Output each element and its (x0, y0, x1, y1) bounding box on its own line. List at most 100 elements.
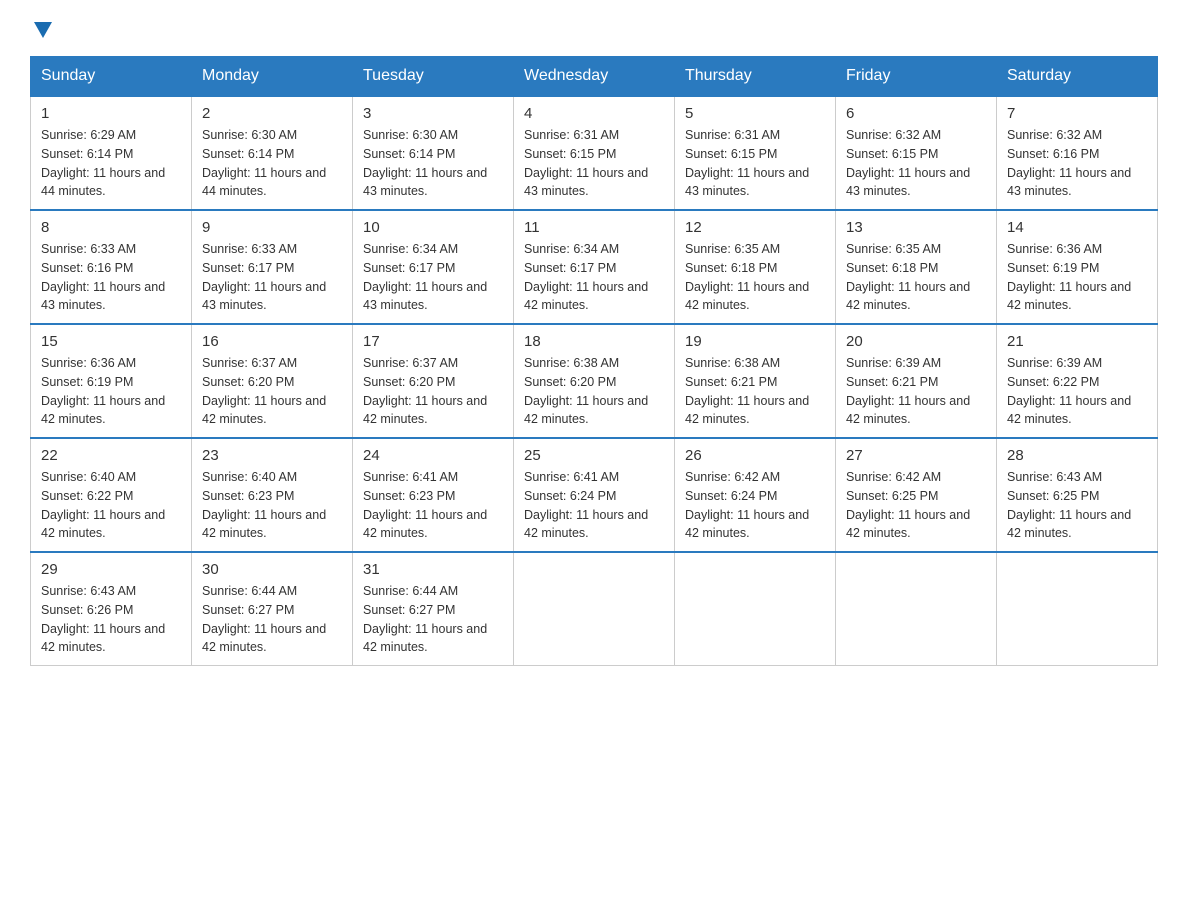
day-info: Sunrise: 6:36 AM Sunset: 6:19 PM Dayligh… (1007, 240, 1147, 315)
day-number: 31 (363, 561, 503, 578)
column-header-monday: Monday (192, 57, 353, 97)
calendar-cell: 20 Sunrise: 6:39 AM Sunset: 6:21 PM Dayl… (836, 324, 997, 438)
column-header-sunday: Sunday (31, 57, 192, 97)
day-number: 18 (524, 333, 664, 350)
calendar-cell: 23 Sunrise: 6:40 AM Sunset: 6:23 PM Dayl… (192, 438, 353, 552)
day-number: 1 (41, 105, 181, 122)
day-info: Sunrise: 6:31 AM Sunset: 6:15 PM Dayligh… (685, 126, 825, 201)
logo (30, 20, 54, 36)
day-info: Sunrise: 6:36 AM Sunset: 6:19 PM Dayligh… (41, 354, 181, 429)
week-row-5: 29 Sunrise: 6:43 AM Sunset: 6:26 PM Dayl… (31, 552, 1158, 666)
calendar-cell: 31 Sunrise: 6:44 AM Sunset: 6:27 PM Dayl… (353, 552, 514, 666)
calendar-cell: 1 Sunrise: 6:29 AM Sunset: 6:14 PM Dayli… (31, 96, 192, 210)
day-number: 3 (363, 105, 503, 122)
day-number: 19 (685, 333, 825, 350)
calendar-cell: 16 Sunrise: 6:37 AM Sunset: 6:20 PM Dayl… (192, 324, 353, 438)
day-info: Sunrise: 6:38 AM Sunset: 6:20 PM Dayligh… (524, 354, 664, 429)
day-info: Sunrise: 6:32 AM Sunset: 6:16 PM Dayligh… (1007, 126, 1147, 201)
calendar-cell: 30 Sunrise: 6:44 AM Sunset: 6:27 PM Dayl… (192, 552, 353, 666)
week-row-1: 1 Sunrise: 6:29 AM Sunset: 6:14 PM Dayli… (31, 96, 1158, 210)
calendar-cell: 12 Sunrise: 6:35 AM Sunset: 6:18 PM Dayl… (675, 210, 836, 324)
day-number: 10 (363, 219, 503, 236)
week-row-3: 15 Sunrise: 6:36 AM Sunset: 6:19 PM Dayl… (31, 324, 1158, 438)
calendar-header-row: SundayMondayTuesdayWednesdayThursdayFrid… (31, 57, 1158, 97)
day-info: Sunrise: 6:29 AM Sunset: 6:14 PM Dayligh… (41, 126, 181, 201)
calendar-cell: 11 Sunrise: 6:34 AM Sunset: 6:17 PM Dayl… (514, 210, 675, 324)
calendar-cell: 24 Sunrise: 6:41 AM Sunset: 6:23 PM Dayl… (353, 438, 514, 552)
calendar-cell: 27 Sunrise: 6:42 AM Sunset: 6:25 PM Dayl… (836, 438, 997, 552)
day-number: 25 (524, 447, 664, 464)
day-info: Sunrise: 6:34 AM Sunset: 6:17 PM Dayligh… (363, 240, 503, 315)
day-number: 20 (846, 333, 986, 350)
week-row-2: 8 Sunrise: 6:33 AM Sunset: 6:16 PM Dayli… (31, 210, 1158, 324)
day-number: 14 (1007, 219, 1147, 236)
day-info: Sunrise: 6:34 AM Sunset: 6:17 PM Dayligh… (524, 240, 664, 315)
calendar-cell: 3 Sunrise: 6:30 AM Sunset: 6:14 PM Dayli… (353, 96, 514, 210)
day-number: 4 (524, 105, 664, 122)
column-header-thursday: Thursday (675, 57, 836, 97)
calendar-cell: 8 Sunrise: 6:33 AM Sunset: 6:16 PM Dayli… (31, 210, 192, 324)
day-info: Sunrise: 6:33 AM Sunset: 6:16 PM Dayligh… (41, 240, 181, 315)
day-info: Sunrise: 6:35 AM Sunset: 6:18 PM Dayligh… (846, 240, 986, 315)
day-number: 26 (685, 447, 825, 464)
day-number: 6 (846, 105, 986, 122)
day-number: 28 (1007, 447, 1147, 464)
day-info: Sunrise: 6:44 AM Sunset: 6:27 PM Dayligh… (363, 582, 503, 657)
calendar-cell: 15 Sunrise: 6:36 AM Sunset: 6:19 PM Dayl… (31, 324, 192, 438)
day-number: 17 (363, 333, 503, 350)
day-number: 2 (202, 105, 342, 122)
calendar-cell: 18 Sunrise: 6:38 AM Sunset: 6:20 PM Dayl… (514, 324, 675, 438)
day-number: 7 (1007, 105, 1147, 122)
calendar-cell (514, 552, 675, 666)
day-info: Sunrise: 6:37 AM Sunset: 6:20 PM Dayligh… (363, 354, 503, 429)
day-info: Sunrise: 6:42 AM Sunset: 6:25 PM Dayligh… (846, 468, 986, 543)
day-number: 29 (41, 561, 181, 578)
calendar-cell: 17 Sunrise: 6:37 AM Sunset: 6:20 PM Dayl… (353, 324, 514, 438)
calendar-cell (675, 552, 836, 666)
calendar-cell: 22 Sunrise: 6:40 AM Sunset: 6:22 PM Dayl… (31, 438, 192, 552)
logo-triangle-icon (32, 18, 54, 40)
day-number: 9 (202, 219, 342, 236)
day-info: Sunrise: 6:42 AM Sunset: 6:24 PM Dayligh… (685, 468, 825, 543)
calendar-cell: 13 Sunrise: 6:35 AM Sunset: 6:18 PM Dayl… (836, 210, 997, 324)
day-number: 5 (685, 105, 825, 122)
day-info: Sunrise: 6:43 AM Sunset: 6:25 PM Dayligh… (1007, 468, 1147, 543)
day-info: Sunrise: 6:41 AM Sunset: 6:23 PM Dayligh… (363, 468, 503, 543)
day-info: Sunrise: 6:35 AM Sunset: 6:18 PM Dayligh… (685, 240, 825, 315)
calendar-cell: 5 Sunrise: 6:31 AM Sunset: 6:15 PM Dayli… (675, 96, 836, 210)
day-info: Sunrise: 6:30 AM Sunset: 6:14 PM Dayligh… (363, 126, 503, 201)
calendar-cell: 19 Sunrise: 6:38 AM Sunset: 6:21 PM Dayl… (675, 324, 836, 438)
day-number: 16 (202, 333, 342, 350)
week-row-4: 22 Sunrise: 6:40 AM Sunset: 6:22 PM Dayl… (31, 438, 1158, 552)
day-number: 11 (524, 219, 664, 236)
calendar-cell (836, 552, 997, 666)
column-header-wednesday: Wednesday (514, 57, 675, 97)
day-info: Sunrise: 6:30 AM Sunset: 6:14 PM Dayligh… (202, 126, 342, 201)
day-info: Sunrise: 6:41 AM Sunset: 6:24 PM Dayligh… (524, 468, 664, 543)
calendar-cell: 2 Sunrise: 6:30 AM Sunset: 6:14 PM Dayli… (192, 96, 353, 210)
day-number: 30 (202, 561, 342, 578)
day-info: Sunrise: 6:31 AM Sunset: 6:15 PM Dayligh… (524, 126, 664, 201)
day-info: Sunrise: 6:40 AM Sunset: 6:22 PM Dayligh… (41, 468, 181, 543)
column-header-friday: Friday (836, 57, 997, 97)
day-info: Sunrise: 6:33 AM Sunset: 6:17 PM Dayligh… (202, 240, 342, 315)
day-info: Sunrise: 6:40 AM Sunset: 6:23 PM Dayligh… (202, 468, 342, 543)
day-number: 21 (1007, 333, 1147, 350)
day-number: 12 (685, 219, 825, 236)
column-header-tuesday: Tuesday (353, 57, 514, 97)
day-number: 23 (202, 447, 342, 464)
day-number: 13 (846, 219, 986, 236)
column-header-saturday: Saturday (997, 57, 1158, 97)
page-header (30, 20, 1158, 36)
day-info: Sunrise: 6:44 AM Sunset: 6:27 PM Dayligh… (202, 582, 342, 657)
day-info: Sunrise: 6:32 AM Sunset: 6:15 PM Dayligh… (846, 126, 986, 201)
day-info: Sunrise: 6:43 AM Sunset: 6:26 PM Dayligh… (41, 582, 181, 657)
calendar-cell: 4 Sunrise: 6:31 AM Sunset: 6:15 PM Dayli… (514, 96, 675, 210)
calendar-cell: 21 Sunrise: 6:39 AM Sunset: 6:22 PM Dayl… (997, 324, 1158, 438)
calendar-cell: 10 Sunrise: 6:34 AM Sunset: 6:17 PM Dayl… (353, 210, 514, 324)
day-info: Sunrise: 6:39 AM Sunset: 6:21 PM Dayligh… (846, 354, 986, 429)
calendar-cell: 28 Sunrise: 6:43 AM Sunset: 6:25 PM Dayl… (997, 438, 1158, 552)
day-number: 24 (363, 447, 503, 464)
day-number: 22 (41, 447, 181, 464)
day-number: 27 (846, 447, 986, 464)
